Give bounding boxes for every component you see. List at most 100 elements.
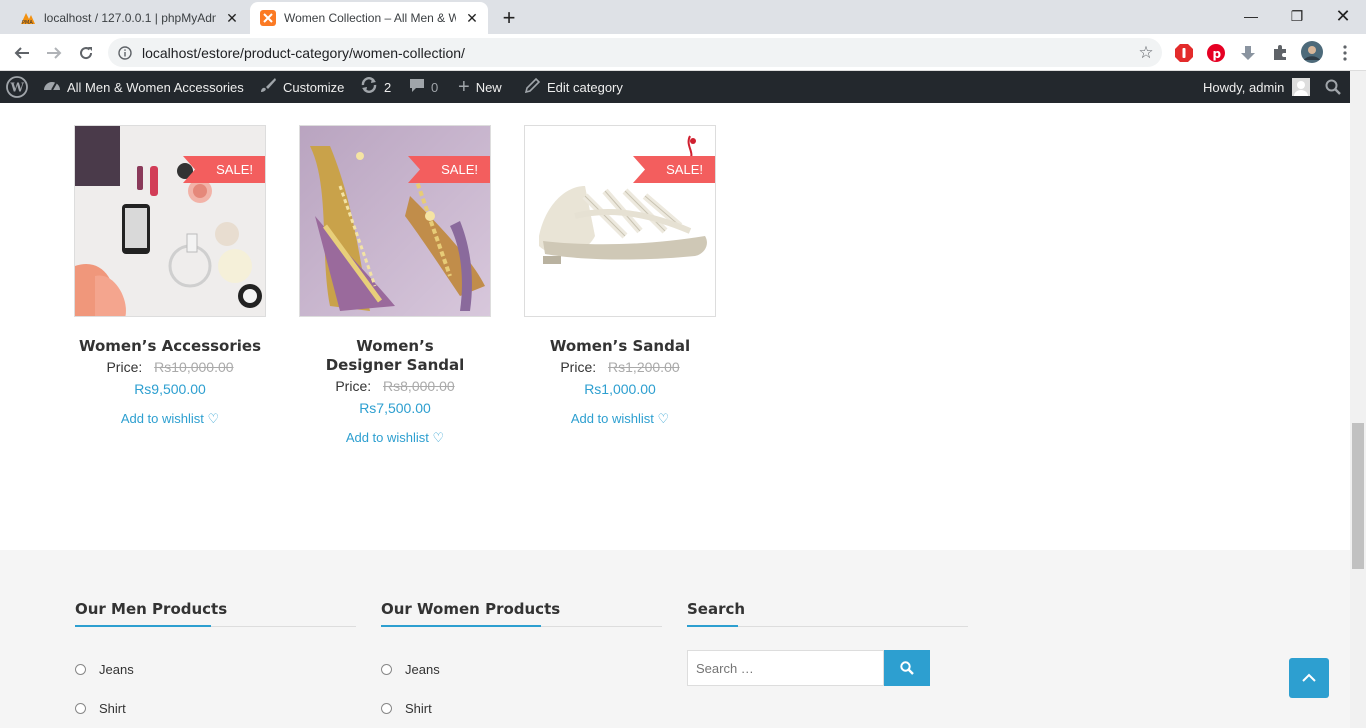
comments-count: 0	[431, 79, 439, 95]
sale-badge: SALE!	[408, 156, 490, 183]
comment-icon	[409, 77, 425, 97]
minimize-button[interactable]: —	[1228, 0, 1274, 32]
scrollbar-thumb[interactable]	[1352, 423, 1364, 569]
wordpress-logo-icon[interactable]: W	[6, 71, 28, 103]
new-tab-button[interactable]: +	[495, 4, 523, 32]
sale-price: Rs1,000.00	[584, 381, 656, 397]
widget-title: Our Men Products	[75, 600, 356, 627]
price-label: Price:	[335, 378, 372, 394]
menu-kebab-icon[interactable]	[1334, 42, 1356, 64]
price-line: Price: Rs1,200.00	[524, 359, 716, 375]
new-content-link[interactable]: + New	[458, 71, 502, 103]
pencil-icon	[524, 77, 541, 97]
product-name[interactable]: Women’s Designer Sandal	[299, 337, 491, 375]
extensions-puzzle-icon[interactable]	[1269, 42, 1291, 64]
tab-title: Women Collection – All Men & Women Acces…	[284, 11, 456, 25]
edit-category-label: Edit category	[547, 79, 623, 95]
widget-search: Search	[687, 600, 968, 686]
wishlist-label: Add to wishlist	[120, 411, 204, 426]
forward-button[interactable]	[40, 39, 68, 67]
product-card: SALE! Women’s Designer Sandal Price: Rs8…	[299, 125, 491, 446]
back-button[interactable]	[8, 39, 36, 67]
profile-avatar[interactable]	[1300, 40, 1324, 64]
adblock-icon[interactable]	[1173, 42, 1195, 64]
list-item-label: Shirt	[405, 701, 432, 716]
page-scrollbar[interactable]	[1350, 71, 1366, 728]
close-icon[interactable]: ✕	[462, 8, 482, 28]
info-icon[interactable]	[108, 45, 142, 60]
restore-button[interactable]: ❐	[1274, 0, 1320, 32]
admin-search-icon[interactable]	[1325, 71, 1341, 103]
updates-link[interactable]: 2	[360, 71, 391, 103]
site-name-link[interactable]: All Men & Women Accessories	[43, 71, 244, 103]
old-price: Rs1,200.00	[608, 359, 680, 375]
back-arrow-icon	[14, 47, 29, 59]
add-to-wishlist-link[interactable]: Add to wishlist ♡	[524, 411, 716, 427]
wishlist-label: Add to wishlist	[345, 430, 429, 445]
title-underline	[75, 625, 211, 627]
wp-admin-bar: W All Men & Women Accessories Customize …	[0, 71, 1366, 103]
download-icon[interactable]	[1237, 42, 1259, 64]
widget-title: Search	[687, 600, 968, 627]
sale-badge: SALE!	[633, 156, 715, 183]
close-window-button[interactable]: ✕	[1320, 0, 1366, 32]
comments-link[interactable]: 0	[409, 71, 438, 103]
url-text: localhost/estore/product-category/women-…	[142, 44, 465, 61]
list-item[interactable]: Shirt	[381, 689, 662, 728]
new-label: New	[475, 79, 502, 95]
brush-icon	[259, 77, 277, 97]
customize-link[interactable]: Customize	[259, 71, 344, 103]
list-item[interactable]: Shirt	[75, 689, 356, 728]
plus-icon: +	[458, 75, 470, 98]
reload-button[interactable]	[72, 39, 100, 67]
my-account-link[interactable]: Howdy, admin	[1203, 71, 1311, 103]
list-item[interactable]: Jeans	[75, 650, 356, 689]
product-name[interactable]: Women’s Sandal	[524, 337, 716, 356]
widget-women-products: Our Women Products Jeans Shirt	[381, 600, 662, 728]
list-item-label: Shirt	[99, 701, 126, 716]
customize-label: Customize	[283, 79, 345, 95]
product-image-sandal[interactable]: SALE!	[524, 125, 716, 317]
radio-icon[interactable]	[381, 664, 392, 675]
list-item[interactable]: Jeans	[381, 650, 662, 689]
product-card: SALE! Women’s Sandal Price: Rs1,200.00 R…	[524, 125, 716, 427]
radio-icon[interactable]	[75, 664, 86, 675]
heart-icon: ♡	[207, 411, 220, 426]
widget-men-products: Our Men Products Jeans Shirt	[75, 600, 356, 728]
old-price: Rs8,000.00	[383, 378, 455, 394]
tab-bar: PMA localhost / 127.0.0.1 | phpMyAdmin ✕…	[0, 0, 1366, 34]
xampp-icon	[260, 10, 276, 26]
list-item-label: Jeans	[99, 662, 134, 677]
price-label: Price:	[106, 359, 143, 375]
search-input[interactable]	[687, 650, 884, 686]
address-bar[interactable]: localhost/estore/product-category/women-…	[108, 38, 1162, 67]
tab-title: localhost / 127.0.0.1 | phpMyAdmin	[44, 11, 216, 25]
close-icon[interactable]: ✕	[222, 8, 242, 28]
add-to-wishlist-link[interactable]: Add to wishlist ♡	[74, 411, 266, 427]
bookmark-star-icon[interactable]: ☆	[1130, 43, 1162, 63]
tab-phpmyadmin[interactable]: PMA localhost / 127.0.0.1 | phpMyAdmin ✕	[0, 2, 248, 34]
search-button[interactable]	[884, 650, 930, 686]
radio-icon[interactable]	[75, 703, 86, 714]
radio-icon[interactable]	[381, 703, 392, 714]
pinterest-icon[interactable]: p	[1205, 42, 1227, 64]
product-image-designer-sandal[interactable]: SALE!	[299, 125, 491, 317]
sale-badge: SALE!	[183, 156, 265, 183]
widget-title: Our Women Products	[381, 600, 662, 627]
price-line: Price: Rs8,000.00	[299, 378, 491, 394]
sale-price: Rs9,500.00	[134, 381, 206, 397]
product-image-accessories[interactable]: SALE!	[74, 125, 266, 317]
svg-text:W: W	[10, 81, 25, 95]
forward-arrow-icon	[47, 47, 62, 59]
title-underline	[687, 625, 738, 627]
product-name[interactable]: Women’s Accessories	[74, 337, 266, 356]
site-name: All Men & Women Accessories	[67, 79, 244, 95]
svg-text:p: p	[1213, 47, 1222, 61]
price-line: Price: Rs10,000.00	[74, 359, 266, 375]
back-to-top-button[interactable]	[1289, 658, 1329, 698]
add-to-wishlist-link[interactable]: Add to wishlist ♡	[299, 430, 491, 446]
howdy-label: Howdy, admin	[1203, 79, 1285, 95]
product-card: SALE! Women’s Accessories Price: Rs10,00…	[74, 125, 266, 427]
tab-women-collection[interactable]: Women Collection – All Men & Women Acces…	[250, 2, 488, 34]
edit-category-link[interactable]: Edit category	[524, 71, 623, 103]
